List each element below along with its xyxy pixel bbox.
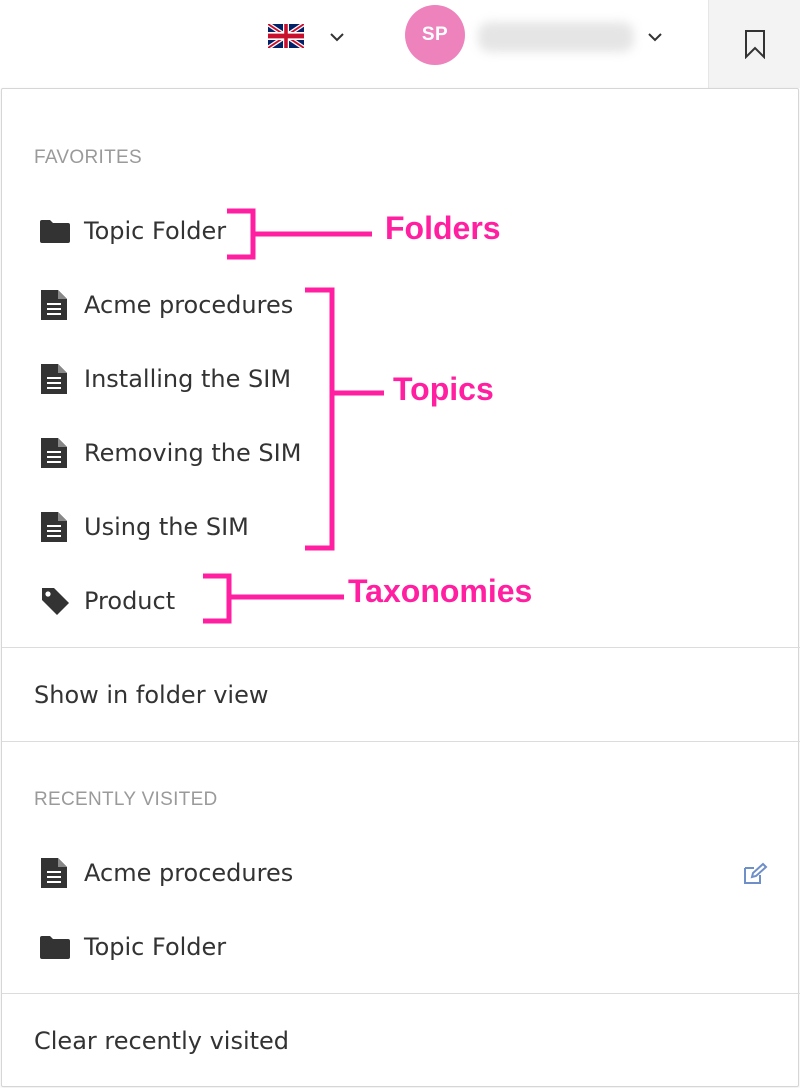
clear-recently-visited-link[interactable]: Clear recently visited bbox=[34, 1027, 289, 1055]
favorite-item-label: Removing the SIM bbox=[84, 439, 302, 467]
recent-item-label: Topic Folder bbox=[84, 933, 227, 961]
document-icon bbox=[34, 362, 74, 396]
show-in-folder-view-link[interactable]: Show in folder view bbox=[34, 681, 268, 709]
annotation-folders: Folders bbox=[385, 210, 501, 246]
favorite-item-label: Acme procedures bbox=[84, 291, 294, 319]
annotation-taxonomies: Taxonomies bbox=[348, 573, 533, 609]
recently-visited-title: RECENTLY VISITED bbox=[34, 789, 218, 810]
divider bbox=[2, 993, 800, 994]
chevron-down-icon[interactable] bbox=[647, 32, 663, 42]
favorite-item-label: Using the SIM bbox=[84, 513, 249, 541]
divider bbox=[2, 647, 800, 648]
bookmark-button[interactable] bbox=[708, 0, 800, 88]
uk-flag-icon[interactable] bbox=[268, 24, 304, 48]
tag-icon bbox=[34, 585, 74, 617]
favorite-item-label: Topic Folder bbox=[84, 217, 227, 245]
annotation-topics: Topics bbox=[393, 371, 494, 407]
chevron-down-icon[interactable] bbox=[329, 32, 345, 42]
divider bbox=[2, 741, 800, 742]
favorite-item-topic-folder[interactable]: Topic Folder bbox=[34, 211, 226, 251]
folder-icon bbox=[34, 218, 74, 244]
favorite-item-product[interactable]: Product bbox=[34, 581, 175, 621]
top-bar: SP bbox=[0, 0, 800, 88]
favorite-item-installing-the-sim[interactable]: Installing the SIM bbox=[34, 359, 291, 399]
favorite-item-label: Installing the SIM bbox=[84, 365, 292, 393]
favorite-item-label: Product bbox=[84, 587, 176, 615]
user-name-blurred[interactable] bbox=[478, 22, 634, 52]
document-icon bbox=[34, 510, 74, 544]
favorite-item-removing-the-sim[interactable]: Removing the SIM bbox=[34, 433, 301, 473]
recent-item-acme-procedures[interactable]: Acme procedures bbox=[34, 853, 293, 893]
bookmark-icon bbox=[744, 30, 765, 59]
favorites-title: FAVORITES bbox=[34, 147, 142, 168]
recent-item-topic-folder[interactable]: Topic Folder bbox=[34, 927, 226, 967]
document-icon bbox=[34, 856, 74, 890]
document-icon bbox=[34, 288, 74, 322]
folder-icon bbox=[34, 934, 74, 960]
document-icon bbox=[34, 436, 74, 470]
recent-item-label: Acme procedures bbox=[84, 859, 294, 887]
favorite-item-using-the-sim[interactable]: Using the SIM bbox=[34, 507, 249, 547]
favorite-item-acme-procedures[interactable]: Acme procedures bbox=[34, 285, 293, 325]
avatar[interactable]: SP bbox=[405, 5, 465, 65]
edit-icon[interactable] bbox=[742, 862, 768, 886]
